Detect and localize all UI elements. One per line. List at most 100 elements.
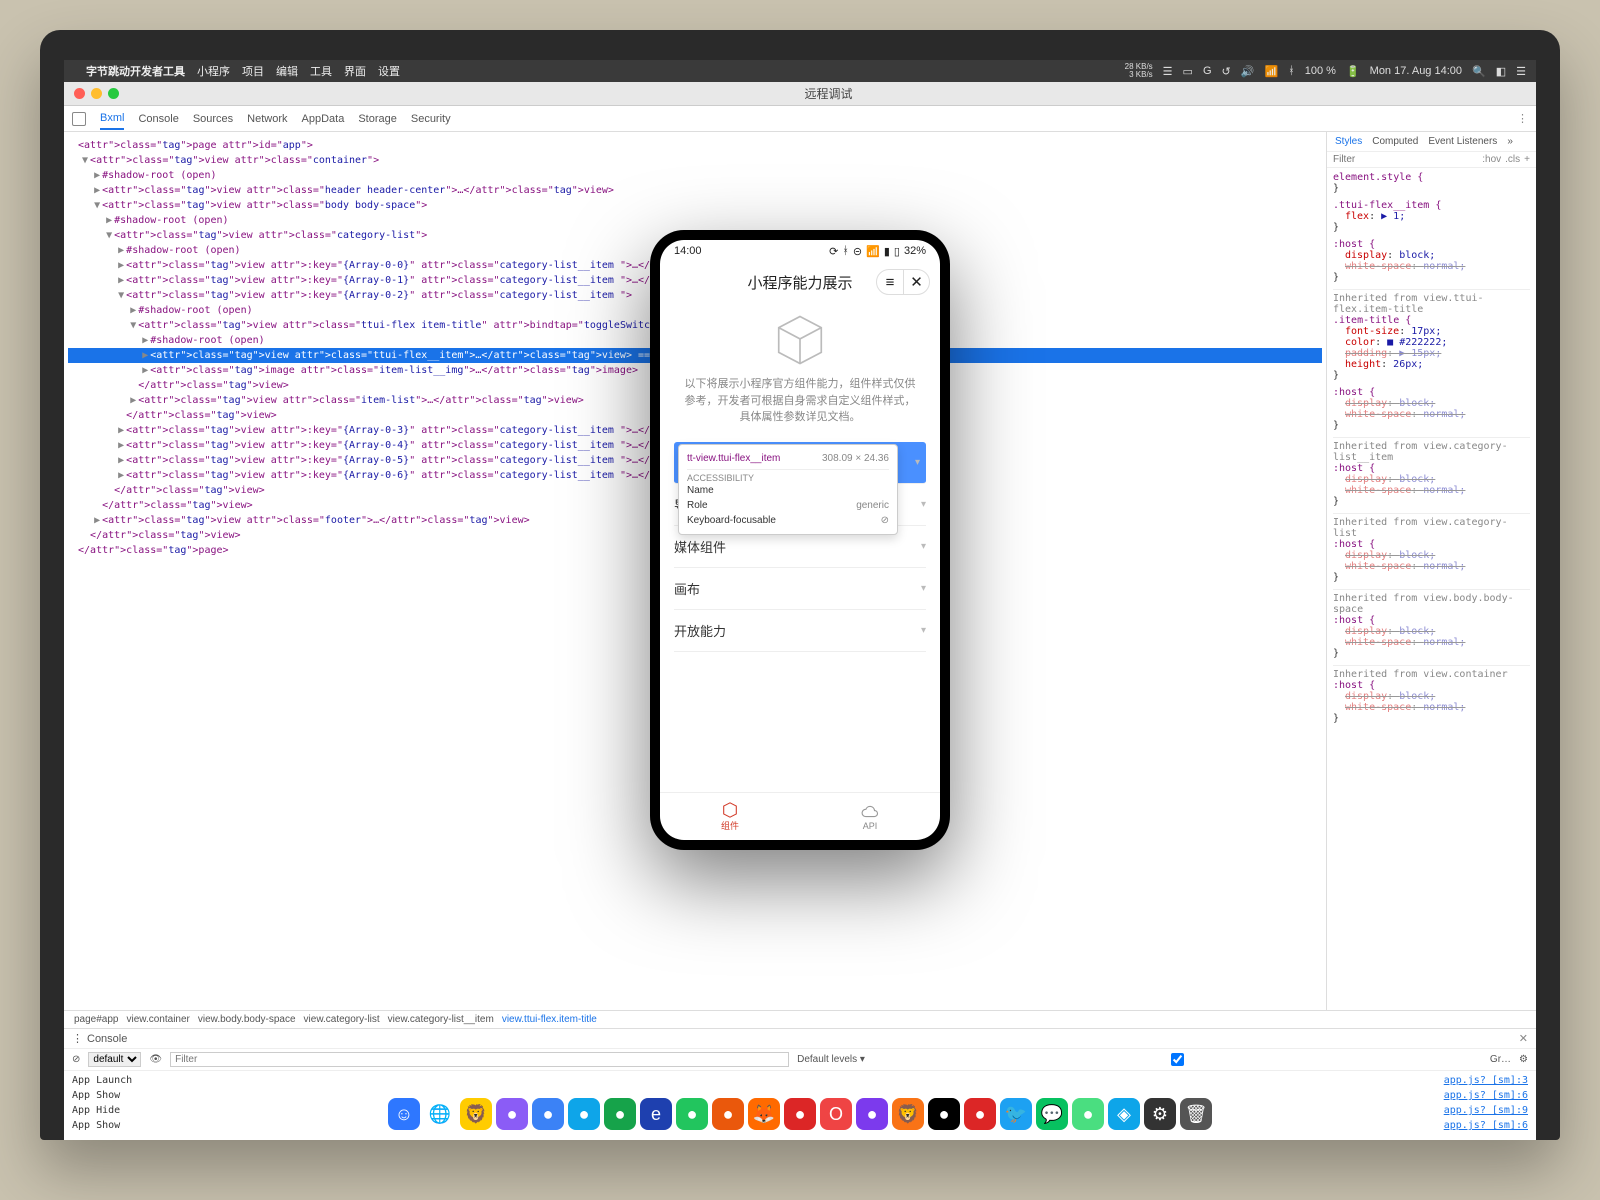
tab-console[interactable]: Console <box>138 109 178 129</box>
hov-toggle[interactable]: :hov <box>1482 154 1501 165</box>
styles-tab-listeners[interactable]: Event Listeners <box>1428 136 1497 147</box>
crumb[interactable]: view.container <box>127 1014 190 1025</box>
minimize-button[interactable] <box>91 88 102 99</box>
menubar-app-name[interactable]: 字节跳动开发者工具 <box>86 63 185 79</box>
crumb[interactable]: view.body.body-space <box>198 1014 296 1025</box>
group-checkbox[interactable] <box>873 1053 1482 1066</box>
menubar-item[interactable]: 编辑 <box>276 63 298 79</box>
tab-security[interactable]: Security <box>411 109 451 129</box>
phone-list-item[interactable]: 开放能力▾ <box>674 610 926 652</box>
dock-app[interactable]: ◈ <box>1108 1098 1140 1130</box>
crumb[interactable]: view.category-list__item <box>388 1014 494 1025</box>
tab-storage[interactable]: Storage <box>358 109 397 129</box>
dock-app[interactable]: ● <box>928 1098 960 1130</box>
css-rule[interactable]: :host {…display: block;white-space: norm… <box>1333 239 1530 283</box>
more-menu-icon[interactable]: ⋮ <box>1517 112 1528 125</box>
menu-extra-icon[interactable]: ☰ <box>1163 65 1173 78</box>
add-rule-button[interactable]: + <box>1524 154 1530 165</box>
menubar-item[interactable]: 工具 <box>310 63 332 79</box>
css-rule[interactable]: element.style {} <box>1333 172 1530 194</box>
dock-app[interactable]: ● <box>784 1098 816 1130</box>
dock-app[interactable]: e <box>640 1098 672 1130</box>
dock-app[interactable]: ● <box>532 1098 564 1130</box>
dock-app[interactable]: 🗑 <box>1180 1098 1212 1130</box>
crumb[interactable]: view.ttui-flex.item-title <box>502 1014 597 1025</box>
element-picker-icon[interactable] <box>72 112 86 126</box>
css-rule[interactable]: :host {…display: block;white-space: norm… <box>1333 539 1530 583</box>
dom-line[interactable]: ▼<attr">class="tag">view attr">class="co… <box>68 153 1322 168</box>
css-rule[interactable]: .ttui-flex__item {…flex: ▶ 1;} <box>1333 200 1530 233</box>
css-rule[interactable]: :host {…display: block;white-space: norm… <box>1333 463 1530 507</box>
styles-tab-styles[interactable]: Styles <box>1335 136 1362 147</box>
menubar-item[interactable]: 界面 <box>344 63 366 79</box>
console-filter-input[interactable] <box>170 1052 789 1067</box>
styles-rules[interactable]: element.style {} .ttui-flex__item {…flex:… <box>1327 168 1536 1010</box>
sync-icon[interactable]: ↺ <box>1222 65 1231 78</box>
cls-toggle[interactable]: .cls <box>1505 154 1520 165</box>
maximize-button[interactable] <box>108 88 119 99</box>
bluetooth-icon[interactable]: ᚼ <box>1288 65 1295 77</box>
traffic-lights[interactable] <box>74 88 119 99</box>
google-icon[interactable]: G <box>1203 65 1212 77</box>
dock-app[interactable]: ● <box>712 1098 744 1130</box>
dock-app[interactable]: 🦁 <box>892 1098 924 1130</box>
menu-extra-icon[interactable]: ▭ <box>1183 65 1193 78</box>
dock-app[interactable]: ● <box>676 1098 708 1130</box>
tab-network[interactable]: Network <box>247 109 287 129</box>
dom-line[interactable]: <attr">class="tag">page attr">id="app"> <box>68 138 1322 153</box>
menubar-item[interactable]: 设置 <box>378 63 400 79</box>
dock-app[interactable]: 🌐 <box>424 1098 456 1130</box>
battery-icon[interactable]: 🔋 <box>1346 65 1360 78</box>
css-rule[interactable]: :host {…display: block;white-space: norm… <box>1333 680 1530 724</box>
spotlight-icon[interactable]: 🔍 <box>1472 65 1486 78</box>
console-levels[interactable]: Default levels ▾ <box>797 1054 865 1065</box>
tab-appdata[interactable]: AppData <box>302 109 345 129</box>
css-rule[interactable]: .item-title {…font-size: 17px;color: ■ #… <box>1333 315 1530 381</box>
dock-app[interactable]: ⚙ <box>1144 1098 1176 1130</box>
crumb[interactable]: view.category-list <box>304 1014 380 1025</box>
clear-console-icon[interactable]: ⊘ <box>72 1054 80 1065</box>
crumb[interactable]: page#app <box>74 1014 119 1025</box>
css-rule[interactable]: :host {…display: block;white-space: norm… <box>1333 615 1530 659</box>
phone-tab-components[interactable]: 组件 <box>660 793 800 840</box>
console-close-icon[interactable]: ✕ <box>1519 1032 1528 1045</box>
styles-filter-input[interactable] <box>1333 154 1478 165</box>
gear-icon[interactable]: ⚙ <box>1519 1054 1528 1065</box>
eye-icon[interactable]: 👁 <box>149 1054 162 1065</box>
wifi-icon[interactable]: 📶 <box>1264 65 1278 78</box>
phone-list-item[interactable]: 画布▾ <box>674 568 926 610</box>
dock-app[interactable]: 💬 <box>1036 1098 1068 1130</box>
phone-tab-api[interactable]: API <box>800 793 940 840</box>
clock[interactable]: Mon 17. Aug 14:00 <box>1370 65 1462 77</box>
dock-app[interactable]: ● <box>856 1098 888 1130</box>
css-rule[interactable]: :host {…display: block;white-space: norm… <box>1333 387 1530 431</box>
dock-app[interactable]: ☺ <box>388 1098 420 1130</box>
dom-line[interactable]: ▶#shadow-root (open) <box>68 168 1322 183</box>
dom-line[interactable]: ▶<attr">class="tag">view attr">class="he… <box>68 183 1322 198</box>
dock-app[interactable]: ● <box>964 1098 996 1130</box>
menubar-item[interactable]: 项目 <box>242 63 264 79</box>
console-menu-icon[interactable]: ⋮ <box>72 1032 83 1045</box>
volume-icon[interactable]: 🔊 <box>1241 65 1255 78</box>
dock-app[interactable]: 🦊 <box>748 1098 780 1130</box>
menubar-item[interactable]: 小程序 <box>197 63 230 79</box>
dock-app[interactable]: O <box>820 1098 852 1130</box>
dock-app[interactable]: ● <box>496 1098 528 1130</box>
control-center-icon[interactable]: ◧ <box>1496 65 1506 78</box>
capsule-close-icon[interactable]: ✕ <box>903 270 929 294</box>
siri-icon[interactable]: ☰ <box>1516 65 1526 78</box>
dock-app[interactable]: 🐦 <box>1000 1098 1032 1130</box>
console-context-select[interactable]: default <box>88 1052 141 1067</box>
dock-app[interactable]: ● <box>604 1098 636 1130</box>
close-button[interactable] <box>74 88 85 99</box>
styles-tab-computed[interactable]: Computed <box>1372 136 1418 147</box>
dock-app[interactable]: ● <box>1072 1098 1104 1130</box>
dom-line[interactable]: ▼<attr">class="tag">view attr">class="bo… <box>68 198 1322 213</box>
tab-sources[interactable]: Sources <box>193 109 233 129</box>
dock-app[interactable]: 🦁 <box>460 1098 492 1130</box>
dock-app[interactable]: ● <box>568 1098 600 1130</box>
capsule-menu-icon[interactable]: ≡ <box>877 270 903 294</box>
more-icon[interactable]: » <box>1507 136 1513 147</box>
tab-bxml[interactable]: Bxml <box>100 108 124 130</box>
dom-line[interactable]: ▶#shadow-root (open) <box>68 213 1322 228</box>
